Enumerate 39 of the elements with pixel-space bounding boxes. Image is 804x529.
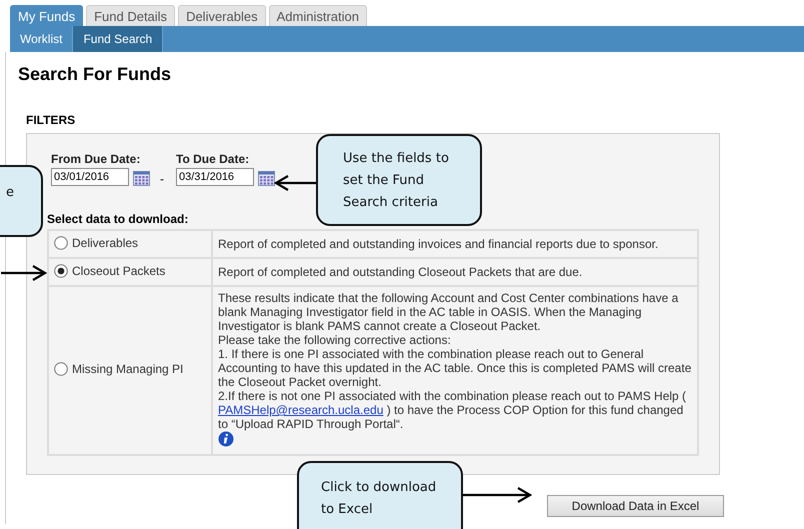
callout-text: to Excel bbox=[321, 501, 374, 519]
date-field[interactable]: 03/31/2016 bbox=[176, 168, 254, 186]
tab[interactable]: Deliverables bbox=[178, 5, 266, 26]
tab[interactable]: Fund Details bbox=[86, 5, 176, 26]
description-text: 2.If there is not one PI associated with the combination please reach out to PAMS Help ( PAMSHelp@research.ucla.edu ) to have the Process COP Option for this fund changed to “Upload RAPID Through Portal“. bbox=[218, 389, 688, 431]
arrow bbox=[274, 175, 316, 191]
page-title: Search For Funds bbox=[18, 64, 172, 85]
callout-text: Click to download bbox=[321, 479, 438, 497]
date-field[interactable]: 03/01/2016 bbox=[51, 168, 129, 186]
description-text: Report of completed and outstanding invoices and financial reports due to sponsor. bbox=[218, 237, 660, 251]
info-icon[interactable] bbox=[218, 431, 234, 447]
description-text: Please take the following corrective actions: bbox=[218, 333, 452, 347]
radio-button[interactable] bbox=[54, 236, 68, 250]
subnav-tab[interactable]: Fund Search bbox=[73, 26, 164, 52]
field-label: To Due Date: bbox=[176, 152, 250, 166]
description-text: 1. If there is one PI associated with the combination please reach out to General Accounting to have this updated in the AC table. Once this is completed PAMS will create the Closeout Packet overnight. bbox=[218, 347, 692, 389]
calendar-icon[interactable] bbox=[133, 171, 150, 186]
callout-text: Search criteria bbox=[343, 194, 439, 212]
option-label[interactable]: Closeout Packets bbox=[72, 264, 166, 278]
tab[interactable]: Administration bbox=[268, 5, 367, 26]
range-separator: - bbox=[160, 172, 164, 186]
email-link[interactable]: PAMSHelp@research.ucla.edu bbox=[218, 403, 384, 417]
arrow bbox=[1, 265, 47, 281]
callout-text: e bbox=[6, 184, 15, 202]
arrow bbox=[462, 487, 532, 503]
field-label: Select data to download: bbox=[47, 212, 188, 226]
radio-button[interactable] bbox=[54, 264, 68, 278]
description-text: Report of completed and outstanding Closeout Packets that are due. bbox=[218, 265, 584, 279]
radio-button[interactable] bbox=[54, 362, 68, 376]
description-text: These results indicate that the following Account and Cost Center combinations have a blank Managing Investigator field in the AC table in OASIS. When the Managing Investigator is blank PAMS cannot create a Closeout Packet. bbox=[218, 291, 680, 333]
callout-text: Use the fields to bbox=[343, 150, 450, 168]
section-heading: FILTERS bbox=[26, 113, 76, 127]
option-label[interactable]: Missing Managing PI bbox=[72, 362, 184, 376]
field-label: From Due Date: bbox=[51, 152, 142, 166]
download-button[interactable]: Download Data in Excel bbox=[547, 495, 724, 517]
calendar-icon[interactable] bbox=[258, 171, 275, 186]
callout-text: set the Fund bbox=[343, 172, 425, 190]
tab[interactable]: My Funds bbox=[10, 5, 84, 26]
option-label[interactable]: Deliverables bbox=[72, 236, 138, 250]
